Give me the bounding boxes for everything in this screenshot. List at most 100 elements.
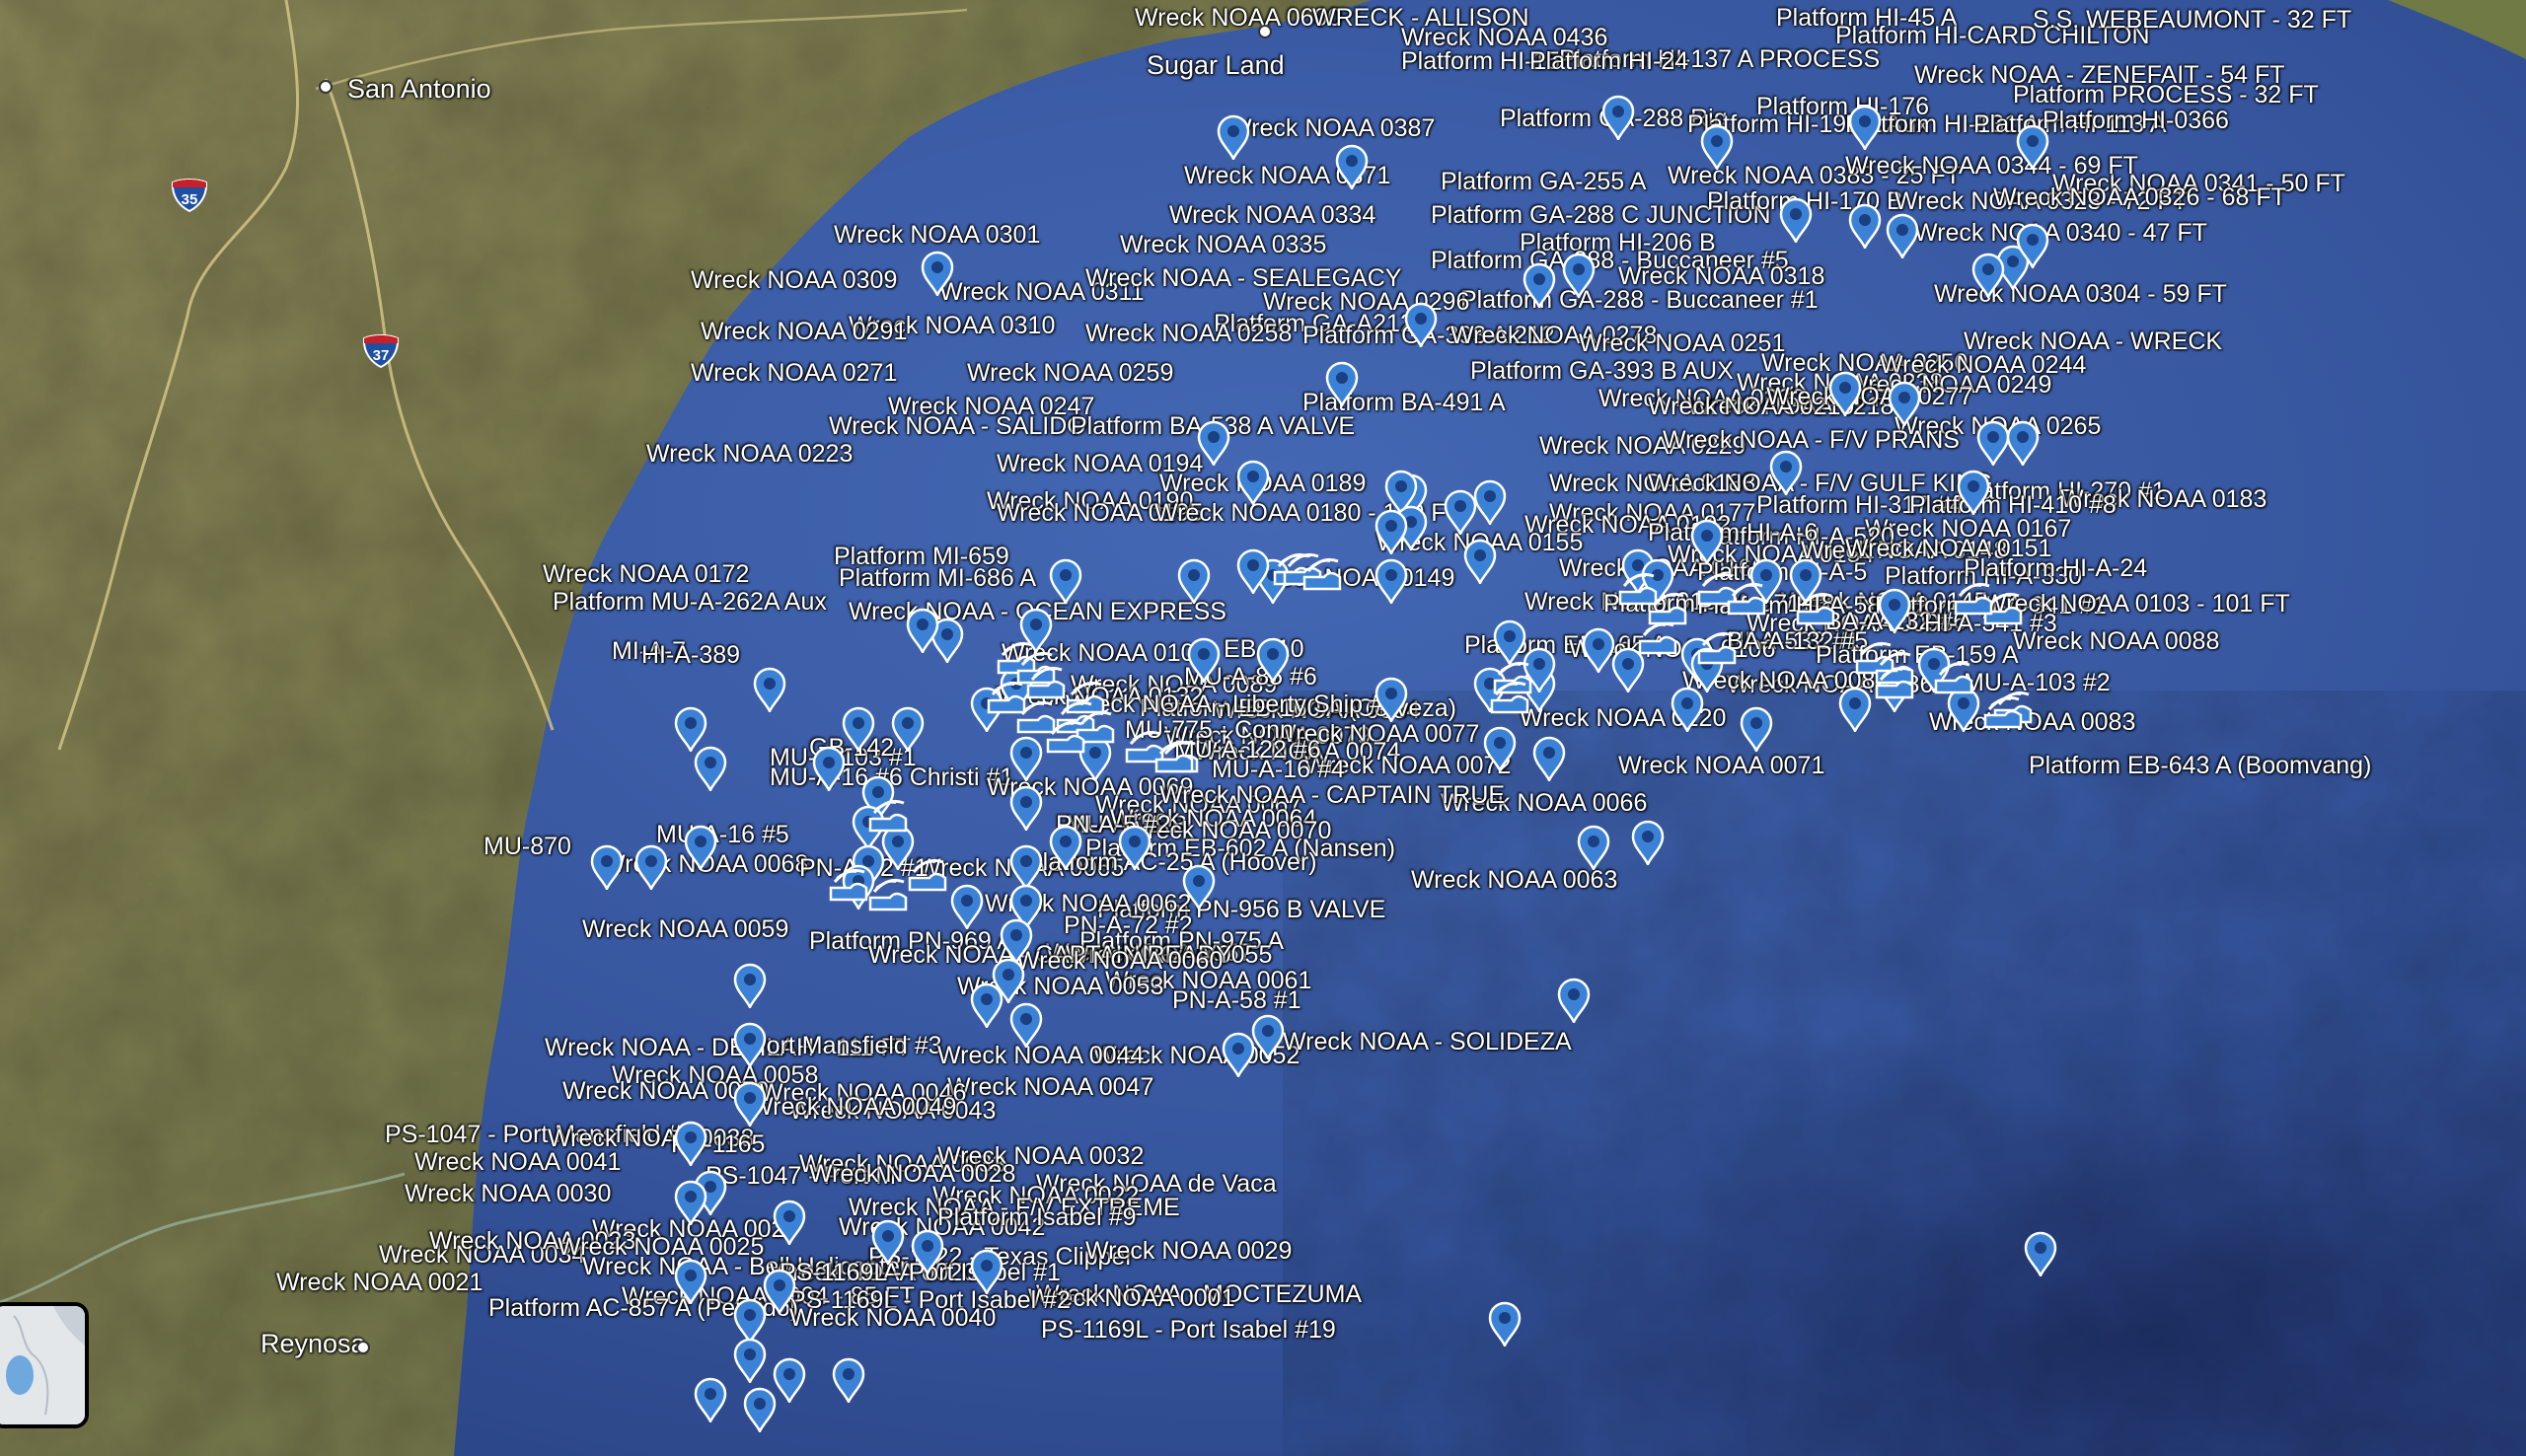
- location-pin-icon[interactable]: [1181, 864, 1217, 910]
- location-pin-icon[interactable]: [1778, 197, 1814, 243]
- location-pin-icon[interactable]: [1970, 253, 2006, 298]
- location-pin-icon[interactable]: [1576, 825, 1611, 870]
- location-pin-icon[interactable]: [1048, 825, 1083, 870]
- location-pin-icon[interactable]: [1600, 95, 1636, 140]
- location-pin-icon[interactable]: [1216, 114, 1251, 160]
- location-pin-icon[interactable]: [732, 963, 768, 1008]
- location-pin-icon[interactable]: [1522, 262, 1557, 308]
- location-pin-icon[interactable]: [1561, 253, 1597, 298]
- fishing-marker-icon[interactable]: [1300, 553, 1344, 593]
- fishing-marker-icon[interactable]: [1024, 662, 1068, 701]
- location-pin-icon[interactable]: [1186, 637, 1222, 683]
- location-pin-icon[interactable]: [673, 1259, 708, 1304]
- location-pin-icon[interactable]: [1235, 548, 1271, 594]
- location-pin-icon[interactable]: [1250, 1014, 1286, 1059]
- location-pin-icon[interactable]: [910, 1229, 945, 1274]
- location-pin-icon[interactable]: [1487, 1301, 1523, 1347]
- location-pin-icon[interactable]: [1847, 105, 1883, 150]
- marker-label: Wreck NOAA 0030: [405, 1180, 612, 1207]
- location-pin-icon[interactable]: [1556, 978, 1592, 1023]
- location-pin-icon[interactable]: [1008, 1002, 1044, 1048]
- location-pin-icon[interactable]: [920, 251, 955, 296]
- location-pin-icon[interactable]: [2005, 420, 2041, 466]
- location-pin-icon[interactable]: [589, 844, 625, 890]
- location-pin-icon[interactable]: [991, 958, 1026, 1003]
- fishing-marker-icon[interactable]: [1952, 578, 1995, 618]
- location-pin-icon[interactable]: [1482, 726, 1518, 771]
- location-pin-icon[interactable]: [2015, 124, 2050, 170]
- location-pin-icon[interactable]: [2023, 1231, 2058, 1276]
- location-pin-icon[interactable]: [1324, 361, 1360, 406]
- location-pin-icon[interactable]: [1739, 706, 1774, 752]
- fishing-marker-icon[interactable]: [1794, 588, 1837, 627]
- location-pin-icon[interactable]: [1008, 736, 1044, 781]
- location-pin-icon[interactable]: [1670, 687, 1705, 732]
- location-pin-icon[interactable]: [1887, 381, 1922, 426]
- marker-label: Wreck NOAA 0021: [276, 1269, 483, 1296]
- fishing-marker-icon[interactable]: [1636, 618, 1679, 657]
- location-pin-icon[interactable]: [732, 1081, 768, 1127]
- location-pin-icon[interactable]: [742, 1387, 778, 1432]
- location-pin-icon[interactable]: [1196, 420, 1231, 466]
- marker-label: Wreck NOAA 0344 - 69 FT: [1845, 152, 2138, 180]
- location-pin-icon[interactable]: [732, 1022, 768, 1067]
- location-pin-icon[interactable]: [1334, 144, 1370, 189]
- location-pin-icon[interactable]: [811, 746, 847, 791]
- location-pin-icon[interactable]: [752, 667, 787, 712]
- location-pin-icon[interactable]: [683, 825, 718, 870]
- location-pin-icon[interactable]: [1699, 124, 1735, 170]
- location-pin-icon[interactable]: [633, 844, 669, 890]
- location-pin-icon[interactable]: [1235, 460, 1271, 505]
- location-pin-icon[interactable]: [693, 746, 728, 791]
- location-pin-icon[interactable]: [1403, 302, 1439, 347]
- fishing-marker-icon[interactable]: [1981, 692, 2025, 731]
- marker-label: Wreck NOAA 0151: [1845, 535, 2052, 562]
- location-pin-icon[interactable]: [1255, 637, 1291, 683]
- fishing-marker-icon[interactable]: [1695, 627, 1739, 667]
- fishing-marker-icon[interactable]: [827, 864, 870, 904]
- map-view[interactable]: Wreck NOAA 0600 WRECK - ALLISON Platform H…: [0, 0, 2526, 1456]
- location-pin-icon[interactable]: [1768, 450, 1804, 495]
- location-pin-icon[interactable]: [1956, 470, 1991, 515]
- location-pin-icon[interactable]: [1472, 479, 1508, 525]
- location-pin-icon[interactable]: [831, 1357, 866, 1403]
- location-pin-icon[interactable]: [1877, 588, 1912, 633]
- fishing-marker-icon[interactable]: [906, 854, 949, 894]
- location-pin-icon[interactable]: [1531, 736, 1567, 781]
- location-pin-icon[interactable]: [1462, 539, 1498, 584]
- location-pin-icon[interactable]: [890, 706, 926, 752]
- location-pin-icon[interactable]: [1827, 371, 1863, 416]
- location-pin-icon[interactable]: [1689, 519, 1725, 564]
- location-pin-icon[interactable]: [1630, 820, 1666, 865]
- location-pin-icon[interactable]: [2015, 223, 2050, 268]
- location-pin-icon[interactable]: [1374, 509, 1409, 554]
- fishing-marker-icon[interactable]: [866, 795, 910, 835]
- location-pin-icon[interactable]: [870, 1219, 906, 1265]
- location-pin-icon[interactable]: [1837, 687, 1873, 732]
- fishing-marker-icon[interactable]: [866, 874, 910, 913]
- location-pin-icon[interactable]: [949, 884, 985, 929]
- fishing-marker-icon[interactable]: [1725, 578, 1768, 618]
- location-pin-icon[interactable]: [673, 1121, 708, 1166]
- location-pin-icon[interactable]: [1374, 558, 1409, 604]
- location-pin-icon[interactable]: [673, 1180, 708, 1225]
- location-pin-icon[interactable]: [732, 1338, 768, 1383]
- location-pin-icon[interactable]: [693, 1377, 728, 1422]
- location-pin-icon[interactable]: [1885, 213, 1920, 258]
- location-pin-icon[interactable]: [1176, 558, 1212, 604]
- location-pin-icon[interactable]: [969, 1249, 1004, 1294]
- location-pin-icon[interactable]: [1048, 558, 1083, 604]
- location-pin-icon[interactable]: [1374, 677, 1409, 722]
- fishing-marker-icon[interactable]: [1932, 657, 1975, 696]
- marker-label: Platform GA-393 B AUX: [1470, 357, 1734, 385]
- globe-toggle[interactable]: [0, 1302, 89, 1428]
- fishing-marker-icon[interactable]: [1152, 736, 1196, 775]
- location-pin-icon[interactable]: [1847, 203, 1883, 249]
- location-pin-icon[interactable]: [772, 1200, 807, 1245]
- location-pin-icon[interactable]: [1117, 825, 1152, 870]
- fishing-marker-icon[interactable]: [1488, 677, 1531, 716]
- fishing-marker-icon[interactable]: [1873, 662, 1916, 701]
- location-pin-icon[interactable]: [1008, 785, 1044, 831]
- location-pin-icon[interactable]: [905, 608, 940, 653]
- fishing-marker-icon[interactable]: [1044, 716, 1087, 756]
